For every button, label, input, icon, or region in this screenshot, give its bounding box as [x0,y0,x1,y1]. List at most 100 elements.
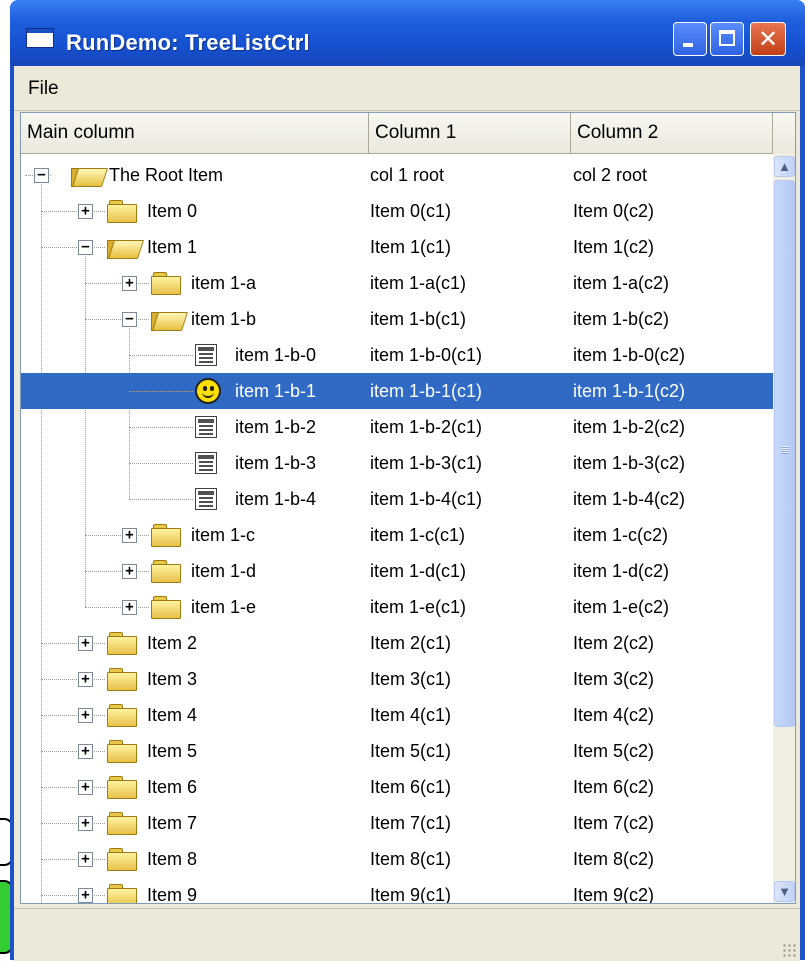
table-row[interactable]: item 1-b-0 item 1-b-0(c1) item 1-b-0(c2) [21,337,773,373]
tree-connector-line [129,355,193,356]
expand-button[interactable]: + [122,600,137,615]
cell-column-2: Item 3(c2) [573,669,655,689]
window-app-icon[interactable] [26,28,54,48]
scroll-up-button[interactable]: ▲ [774,156,795,177]
cell-column-1: item 1-b(c1) [370,309,467,329]
folder-body [107,708,137,727]
tree-connector-line [41,211,105,212]
table-row[interactable]: + Item 9 Item 9(c1) Item 9(c2) [21,877,773,904]
table-row[interactable]: + item 1-e item 1-e(c1) item 1-e(c2) [21,589,773,625]
expand-button[interactable]: + [78,708,93,723]
tree-connector-line [85,607,149,608]
menu-file[interactable]: File [24,76,63,102]
cell-column-1: item 1-d(c1) [370,561,467,581]
collapse-button[interactable]: − [78,240,93,255]
column-header-col2[interactable]: Column 2 [571,113,774,153]
expand-button[interactable]: + [78,852,93,867]
table-row[interactable]: − Item 1 Item 1(c1) Item 1(c2) [21,229,773,265]
folder-open-icon [71,164,109,187]
table-row[interactable]: + Item 8 Item 8(c1) Item 8(c2) [21,841,773,877]
maximize-button[interactable] [710,22,744,56]
folder-icon [107,776,137,799]
table-row[interactable]: + Item 4 Item 4(c1) Item 4(c2) [21,697,773,733]
expand-button[interactable]: + [122,528,137,543]
cell-column-2: Item 2(c2) [573,633,655,653]
table-row[interactable]: item 1-b-1 item 1-b-1(c1) item 1-b-1(c2) [21,373,773,409]
smiley-icon [195,378,221,404]
folder-body [107,204,137,223]
expand-button[interactable]: + [78,888,93,903]
app-window: RunDemo: TreeListCtrl ✕ File Main column… [10,0,805,961]
table-row[interactable]: + item 1-a item 1-a(c1) item 1-a(c2) [21,265,773,301]
scroll-down-button[interactable]: ▼ [774,881,795,902]
table-row[interactable]: + item 1-c item 1-c(c1) item 1-c(c2) [21,517,773,553]
tree-connector-line [41,715,105,716]
cell-column-2: item 1-b(c2) [573,309,670,329]
column-header-col1[interactable]: Column 1 [369,113,572,153]
window-title: RunDemo: TreeListCtrl [66,30,310,55]
tree-connector-line [41,787,105,788]
collapse-button[interactable]: − [122,312,137,327]
tree-connector-line [41,643,105,644]
folder-body [151,528,181,547]
tree-list-control[interactable]: Main column Column 1 Column 2 − The Root … [20,112,796,904]
table-row[interactable]: item 1-b-4 item 1-b-4(c1) item 1-b-4(c2) [21,481,773,517]
folder-body [151,312,189,331]
close-button[interactable]: ✕ [750,22,786,56]
title-bar[interactable]: RunDemo: TreeListCtrl ✕ [10,0,805,66]
tree-item-label: Item 6 [147,777,198,797]
tree-item-label: Item 3 [147,669,198,689]
tree-item-label: Item 9 [147,885,198,904]
collapse-button[interactable]: − [34,168,49,183]
folder-icon [107,884,137,903]
cell-column-1: item 1-e(c1) [370,597,467,617]
expand-button[interactable]: + [78,636,93,651]
scroll-thumb[interactable] [774,180,795,727]
cell-column-2: Item 4(c2) [573,705,655,725]
table-row[interactable]: + Item 6 Item 6(c1) Item 6(c2) [21,769,773,805]
table-row[interactable]: − The Root Item col 1 root col 2 root [21,157,773,193]
tree-connector-line [85,571,149,572]
folder-body [151,276,181,295]
tree-item-label: item 1-b-3 [235,453,317,473]
table-row[interactable]: + Item 2 Item 2(c1) Item 2(c2) [21,625,773,661]
tree-item-label: Item 8 [147,849,198,869]
folder-body [107,888,137,903]
table-row[interactable]: + item 1-d item 1-d(c1) item 1-d(c2) [21,553,773,589]
folder-icon [107,848,137,871]
table-row[interactable]: − item 1-b item 1-b(c1) item 1-b(c2) [21,301,773,337]
folder-body [107,780,137,799]
cell-column-1: Item 3(c1) [370,669,452,689]
folder-icon [151,524,181,547]
table-row[interactable]: + Item 0 Item 0(c1) Item 0(c2) [21,193,773,229]
folder-body [107,852,137,871]
folder-body [107,672,137,691]
expand-button[interactable]: + [78,744,93,759]
smiley-mouth [202,390,214,398]
tree-connector-line [129,427,193,428]
expand-button[interactable]: + [78,816,93,831]
expand-button[interactable]: + [78,780,93,795]
tree-connector-line [85,535,149,536]
expand-button[interactable]: + [122,276,137,291]
folder-icon [107,632,137,655]
column-header-main[interactable]: Main column [21,113,370,153]
tree-item-label: The Root Item [109,165,224,185]
minimize-button[interactable] [673,22,707,56]
tree-item-label: Item 2 [147,633,198,653]
table-row[interactable]: item 1-b-3 item 1-b-3(c1) item 1-b-3(c2) [21,445,773,481]
folder-icon [107,812,137,835]
expand-button[interactable]: + [78,672,93,687]
resize-grip-icon[interactable] [782,943,796,957]
column-header-filler [773,113,795,153]
expand-button[interactable]: + [122,564,137,579]
table-row[interactable]: item 1-b-2 item 1-b-2(c1) item 1-b-2(c2) [21,409,773,445]
folder-open-icon [107,236,145,259]
tree-item-label: item 1-b-4 [235,489,317,509]
table-row[interactable]: + Item 7 Item 7(c1) Item 7(c2) [21,805,773,841]
cell-column-1: Item 8(c1) [370,849,452,869]
table-row[interactable]: + Item 3 Item 3(c1) Item 3(c2) [21,661,773,697]
expand-button[interactable]: + [78,204,93,219]
table-row[interactable]: + Item 5 Item 5(c1) Item 5(c2) [21,733,773,769]
vertical-scrollbar[interactable]: ▲ ▼ [773,153,795,903]
